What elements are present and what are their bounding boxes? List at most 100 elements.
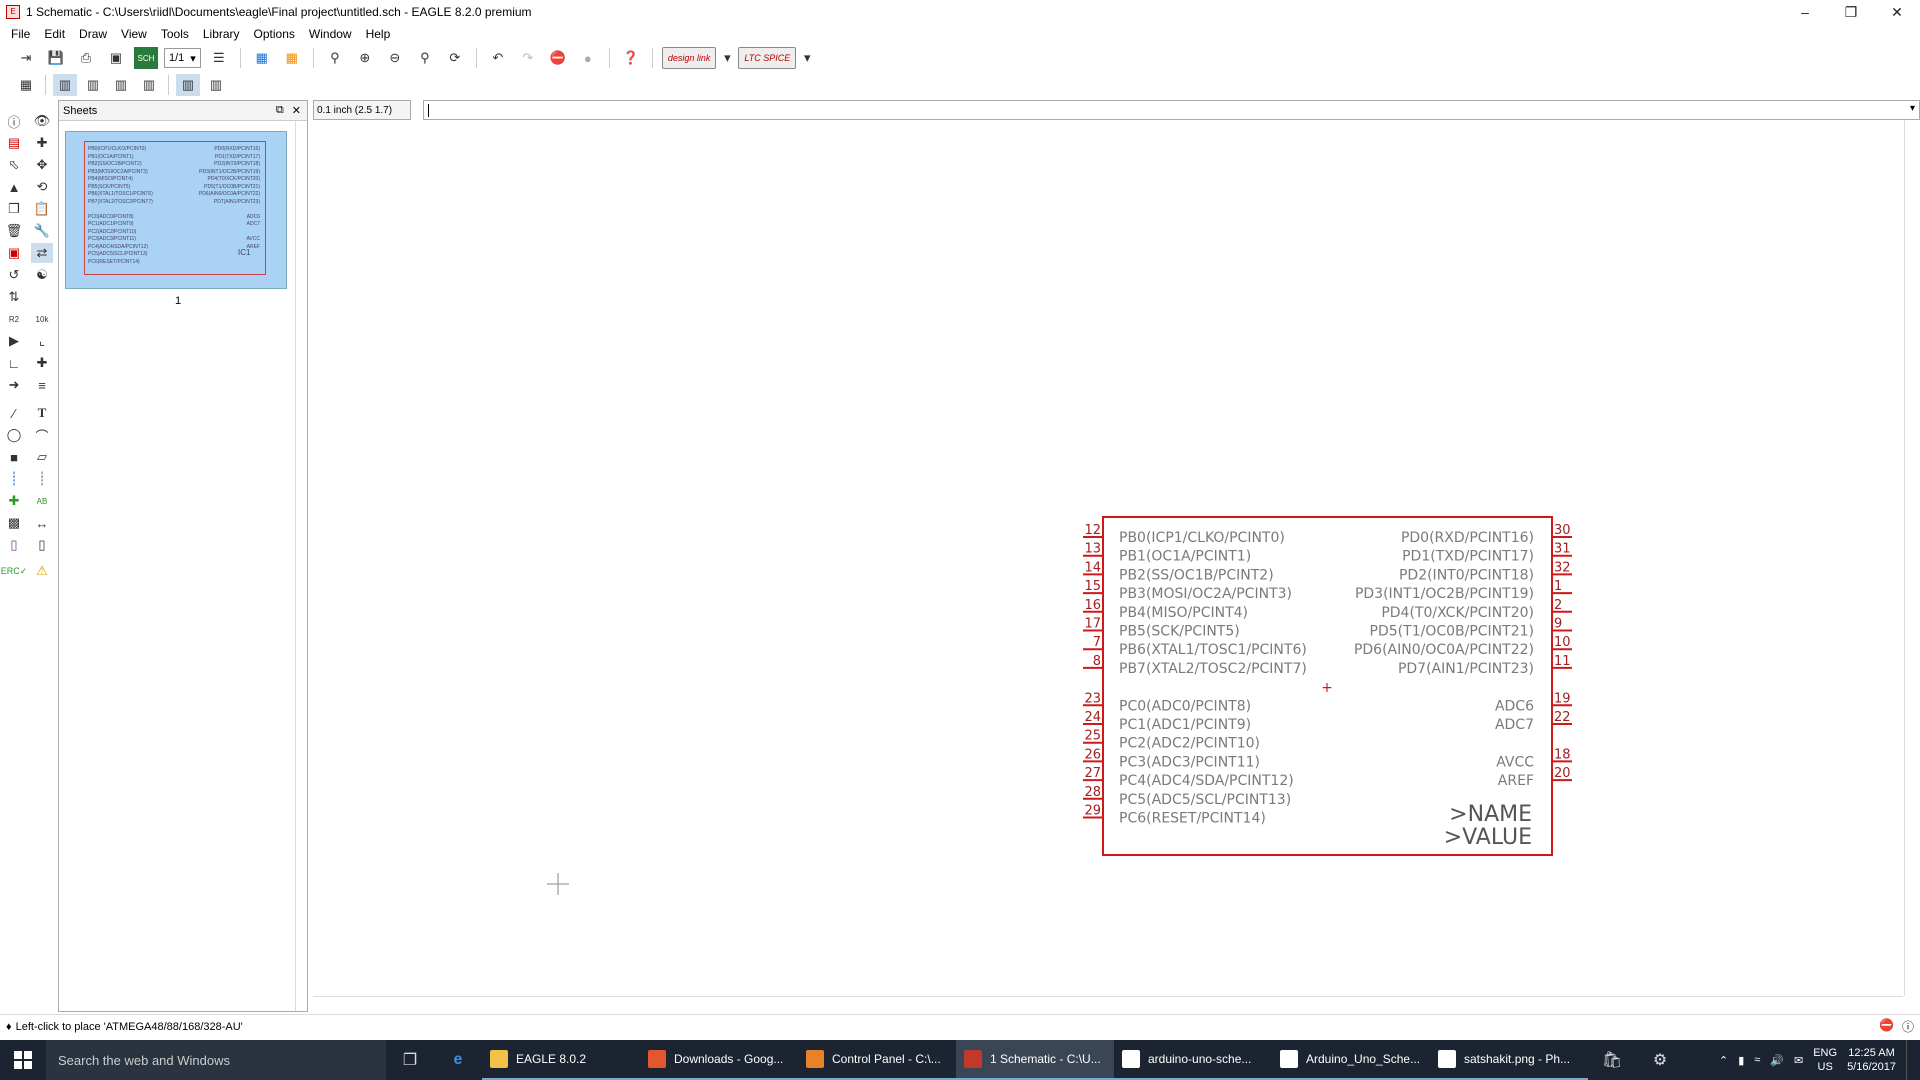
store-icon[interactable]: 🛍	[1588, 1040, 1636, 1080]
menu-window[interactable]: Window	[302, 27, 359, 41]
warning-icon[interactable]: ⚠	[31, 561, 53, 581]
wrench-icon[interactable]: 🔧	[31, 221, 53, 241]
taskbar-task[interactable]: EAGLE 8.0.2	[482, 1040, 640, 1080]
zoom-out-icon[interactable]: ⊖	[383, 47, 407, 69]
smash-icon[interactable]: ▶	[3, 331, 25, 351]
menu-file[interactable]: File	[4, 27, 37, 41]
notification-icon[interactable]: ✉	[1794, 1054, 1803, 1067]
taskbar-task[interactable]: arduino-uno-sche...	[1114, 1040, 1272, 1080]
volume-icon[interactable]: 🔊	[1770, 1054, 1784, 1067]
move-icon[interactable]: ✥	[31, 155, 53, 175]
menu-help[interactable]: Help	[359, 27, 398, 41]
mark-icon[interactable]: ✚	[31, 133, 53, 153]
redo-icon[interactable]: ↷	[516, 47, 540, 69]
zoom-fit-icon[interactable]: ⚲	[323, 47, 347, 69]
sheet-select[interactable]: 1/1 ▾	[164, 48, 201, 68]
ltspice-button[interactable]: LTC SPICE	[738, 47, 797, 69]
delete-icon[interactable]: 🗑	[3, 221, 25, 241]
circle-icon[interactable]: ◯	[3, 425, 25, 445]
menu-options[interactable]: Options	[247, 27, 302, 41]
sheets-scrollbar[interactable]	[295, 121, 307, 1011]
script-icon[interactable]: ▦	[250, 47, 274, 69]
layout-5-icon[interactable]: ▥	[176, 74, 200, 96]
chevron-down-icon[interactable]: ▾	[1910, 103, 1915, 114]
layout-2-icon[interactable]: ▥	[81, 74, 105, 96]
open-icon[interactable]: ⇥	[14, 47, 38, 69]
stop-icon[interactable]: ⛔	[546, 47, 570, 69]
zoom-in-icon[interactable]: ⊕	[353, 47, 377, 69]
rectangle-icon[interactable]: ■	[3, 447, 25, 467]
library-icon[interactable]: ☰	[207, 47, 231, 69]
close-window-button[interactable]: ✕	[1874, 0, 1920, 24]
layout-3-icon[interactable]: ▥	[109, 74, 133, 96]
redraw-icon[interactable]: ⟳	[443, 47, 467, 69]
attribute-icon[interactable]: ▩	[3, 513, 25, 533]
taskbar-task[interactable]: Downloads - Goog...	[640, 1040, 798, 1080]
help-icon[interactable]: ❓	[619, 47, 643, 69]
clock[interactable]: 12:25 AM 5/16/2017	[1847, 1046, 1896, 1074]
menu-library[interactable]: Library	[196, 27, 247, 41]
zoom-select-icon[interactable]: ⚲	[413, 47, 437, 69]
layout-6-icon[interactable]: ▥	[204, 74, 228, 96]
minimize-button[interactable]: –	[1782, 0, 1828, 24]
info-icon[interactable]: ⓘ	[3, 111, 25, 131]
edge-icon[interactable]: e	[434, 1040, 482, 1080]
chevron-down-icon[interactable]: ▾	[802, 47, 812, 69]
miter-icon[interactable]: ⌞	[31, 331, 53, 351]
sheet-thumbnail[interactable]: IC1 PB0(ICP1/CLKO/PCINT0) PB1(OC1A/PCINT1…	[65, 131, 287, 289]
chevron-up-icon[interactable]: ⌃	[1719, 1054, 1728, 1067]
blank-icon[interactable]	[31, 287, 53, 307]
print-icon[interactable]: ⎙	[74, 47, 98, 69]
menu-view[interactable]: View	[114, 27, 154, 41]
ulp-icon[interactable]: ▦	[280, 47, 304, 69]
name-icon[interactable]: R2	[3, 309, 25, 329]
cam-processor-icon[interactable]: ▣	[104, 47, 128, 69]
restore-button[interactable]: ❐	[1828, 0, 1874, 24]
go-icon[interactable]: ●	[576, 47, 600, 69]
stop-command-icon[interactable]: ⛔	[1879, 1018, 1894, 1035]
layout-1-icon[interactable]: ▥	[53, 74, 77, 96]
net-icon[interactable]: ┊	[3, 469, 25, 489]
action-center-icon[interactable]	[1906, 1040, 1910, 1080]
grid-icon[interactable]: ▦	[14, 74, 38, 96]
info-circle-icon[interactable]: ⓘ	[1902, 1018, 1914, 1035]
float-panel-icon[interactable]: ⧉	[276, 104, 284, 117]
line-icon[interactable]: ∕	[3, 403, 25, 423]
rotate-icon[interactable]: ⟲	[31, 177, 53, 197]
gateswap-icon[interactable]: ☯	[31, 265, 53, 285]
select-icon[interactable]: ⬁	[3, 155, 25, 175]
junction-icon[interactable]: ✚	[3, 491, 25, 511]
taskbar-task[interactable]: satshakit.png - Ph...	[1430, 1040, 1588, 1080]
pinswap-icon[interactable]: ⇅	[3, 287, 25, 307]
menu-tools[interactable]: Tools	[154, 27, 196, 41]
battery-icon[interactable]: ▮	[1738, 1054, 1744, 1067]
invoke-icon[interactable]: ↺	[3, 265, 25, 285]
polygon-icon[interactable]: ▱	[31, 447, 53, 467]
dimension-icon[interactable]: ↔	[31, 513, 53, 533]
split-icon[interactable]: ∟	[3, 353, 25, 373]
taskbar-task[interactable]: 1 Schematic - C:\U...	[956, 1040, 1114, 1080]
vertical-scrollbar[interactable]	[1904, 120, 1918, 996]
label-icon[interactable]: AB	[31, 491, 53, 511]
designlink-button[interactable]: design link	[661, 47, 717, 69]
save-icon[interactable]: 💾	[44, 47, 68, 69]
modules-icon[interactable]: ▯	[31, 535, 53, 555]
schematic-board-switch-icon[interactable]: SCH	[134, 47, 158, 69]
text-icon[interactable]: T	[31, 403, 53, 423]
menu-draw[interactable]: Draw	[72, 27, 114, 41]
bus-icon[interactable]: ┊	[31, 469, 53, 489]
erc-icon[interactable]: ERC✓	[1, 561, 28, 581]
arc-icon[interactable]: ⌒	[31, 425, 53, 445]
horizontal-scrollbar[interactable]	[313, 996, 1903, 1010]
task-view-icon[interactable]: ❐	[386, 1040, 434, 1080]
display-layers-icon[interactable]: ▤	[3, 133, 25, 153]
mirror-icon[interactable]: ▲	[3, 177, 25, 197]
route-icon[interactable]: ➜	[3, 375, 25, 395]
replace-icon[interactable]: ⇄	[31, 243, 53, 263]
layout-4-icon[interactable]: ▥	[137, 74, 161, 96]
align-icon[interactable]: ≡	[31, 375, 53, 395]
schematic-canvas[interactable]: +12 PB0(ICP1/CLKO/PCINT0) 13 PB1(OC1A/PCINT…	[313, 120, 1903, 996]
windows-start-icon[interactable]	[0, 1040, 46, 1080]
language-indicator[interactable]: ENG US	[1813, 1046, 1837, 1074]
undo-icon[interactable]: ↶	[486, 47, 510, 69]
